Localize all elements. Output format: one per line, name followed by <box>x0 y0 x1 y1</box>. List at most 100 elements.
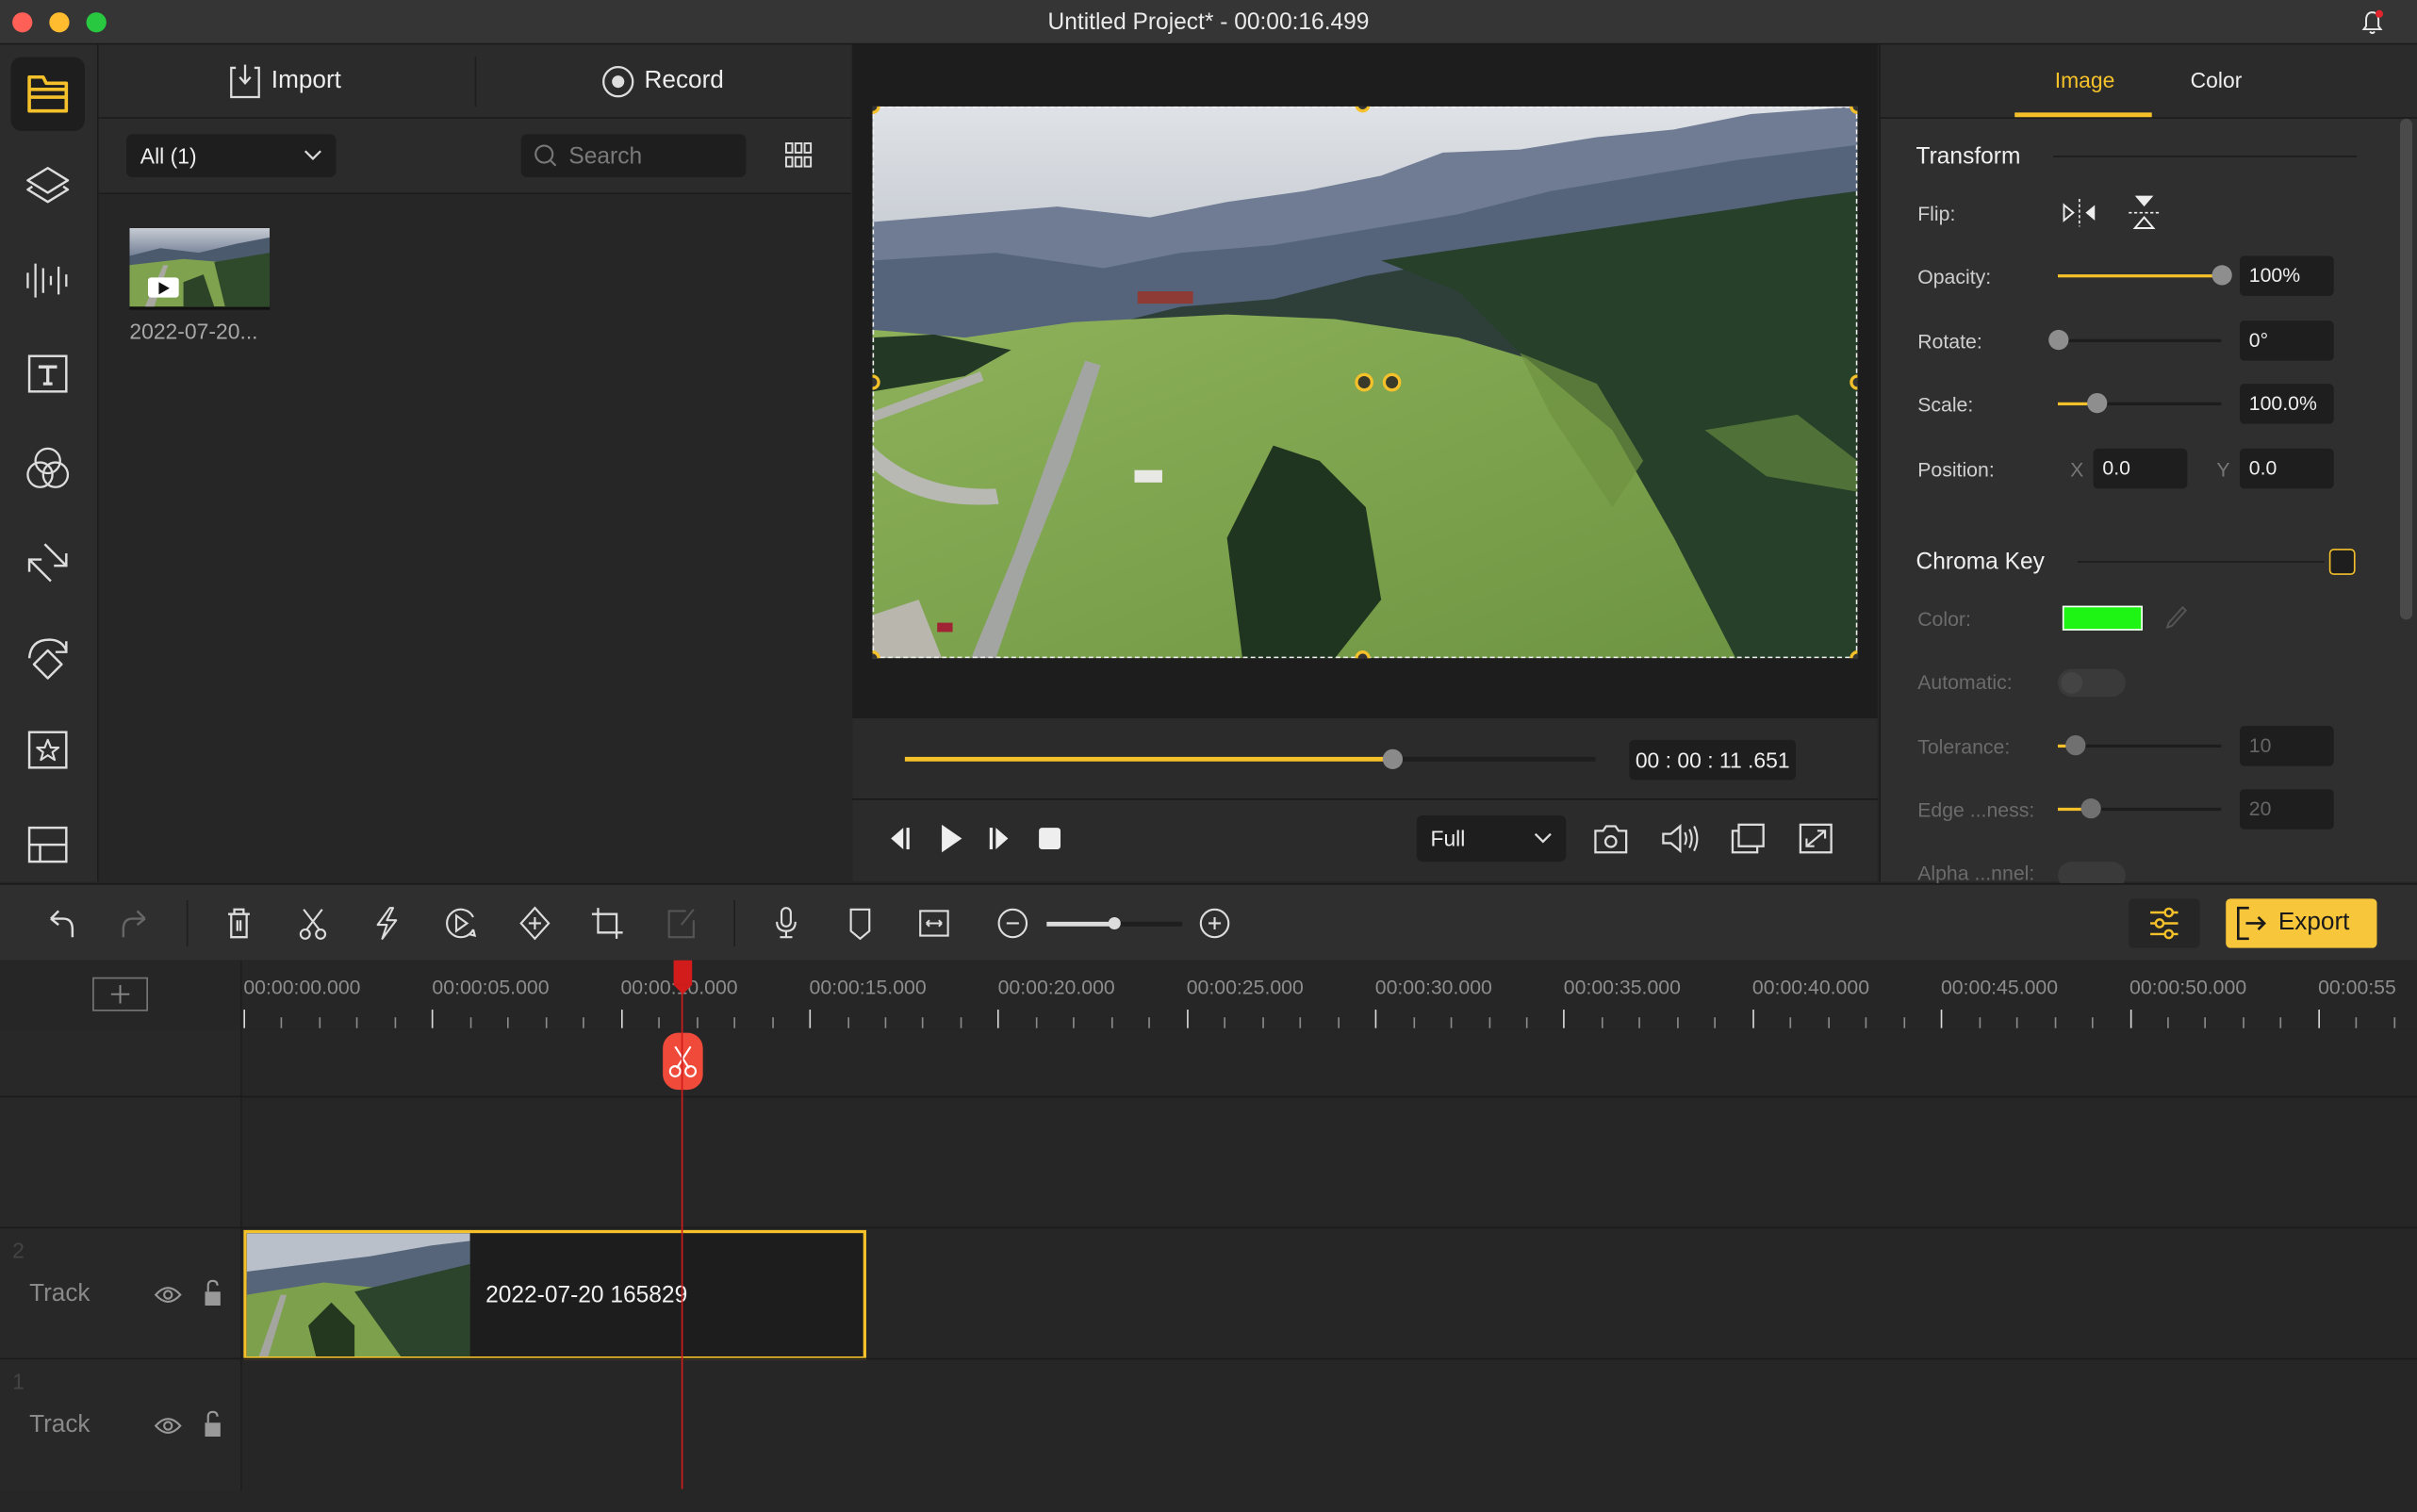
timeline-settings-button[interactable] <box>2129 898 2200 948</box>
split-button[interactable] <box>294 905 331 942</box>
sidebar-item-filters[interactable] <box>10 432 84 505</box>
zoom-in-button[interactable] <box>1196 905 1233 942</box>
undo-button[interactable] <box>43 905 80 942</box>
properties-scrollbar[interactable] <box>2400 118 2413 620</box>
tolerance-input[interactable]: 10 <box>2239 726 2334 766</box>
scale-slider[interactable] <box>2057 392 2222 414</box>
edge-slider[interactable] <box>2057 798 2222 819</box>
bell-icon[interactable] <box>2359 9 2384 37</box>
play-button[interactable] <box>939 823 963 854</box>
ruler-major-tick <box>997 1010 1000 1028</box>
media-item-thumbnail[interactable] <box>129 228 271 310</box>
opacity-slider[interactable] <box>2057 265 2232 286</box>
slider-fill <box>2057 274 2222 278</box>
tab-color[interactable]: Color <box>2191 68 2243 92</box>
volume-button[interactable] <box>1660 822 1701 856</box>
flip-horizontal-button[interactable] <box>2060 197 2100 228</box>
stop-button[interactable] <box>1037 826 1061 850</box>
sidebar-item-transitions[interactable] <box>10 526 84 600</box>
eye-icon[interactable] <box>154 1415 182 1437</box>
sidebar-item-templates[interactable] <box>10 808 84 881</box>
quality-dropdown[interactable]: Full <box>1416 815 1567 863</box>
ruler-label: 00:00:25.000 <box>1186 976 1304 999</box>
ruler-minor-tick <box>394 1017 397 1028</box>
grid-view-icon[interactable] <box>784 140 813 172</box>
scale-input[interactable]: 100.0% <box>2239 384 2334 424</box>
redo-button[interactable] <box>116 905 153 942</box>
opacity-input[interactable]: 100% <box>2239 255 2334 296</box>
marker-button[interactable] <box>842 905 879 942</box>
sidebar <box>0 44 99 882</box>
lock-icon[interactable] <box>204 1279 222 1307</box>
sidebar-item-text[interactable] <box>10 337 84 411</box>
ruler-minor-tick <box>1148 1017 1151 1028</box>
sidebar-item-audio[interactable] <box>10 243 84 317</box>
edge-input[interactable]: 20 <box>2239 789 2334 830</box>
tab-image[interactable]: Image <box>2055 68 2115 92</box>
sidebar-item-animations[interactable] <box>10 619 84 693</box>
rotate-slider[interactable] <box>2048 329 2222 351</box>
ruler-minor-tick <box>658 1017 661 1028</box>
speed-button[interactable] <box>369 905 405 942</box>
automatic-toggle[interactable] <box>2057 668 2126 698</box>
snapshot-button[interactable] <box>1592 822 1629 856</box>
eyedropper-icon[interactable] <box>2164 604 2189 632</box>
import-button[interactable]: Import <box>228 60 341 104</box>
ruler-major-tick <box>1374 1010 1377 1028</box>
waveform-icon <box>25 260 71 301</box>
chroma-key-checkbox[interactable] <box>2328 549 2356 575</box>
flip-vertical-button[interactable] <box>2128 194 2162 231</box>
rotate-input[interactable]: 0° <box>2239 320 2334 361</box>
slider-knob[interactable] <box>2211 265 2232 286</box>
ruler-major-tick <box>809 1010 812 1028</box>
slider-knob[interactable] <box>2064 734 2085 756</box>
automatic-label: Automatic: <box>1917 670 2013 694</box>
export-button[interactable]: Export <box>2226 898 2377 948</box>
record-button[interactable]: Record <box>601 60 724 104</box>
video-clip[interactable]: 2022-07-20 165829 <box>243 1229 866 1360</box>
fit-timeline-button[interactable] <box>915 905 952 942</box>
ruler-major-tick <box>1751 1010 1754 1028</box>
progress-knob[interactable] <box>1382 748 1403 769</box>
eye-icon[interactable] <box>154 1284 182 1306</box>
position-x-input[interactable]: 0.0 <box>2093 448 2188 489</box>
center-handle[interactable] <box>1355 372 1373 392</box>
timeline-zoom-slider[interactable] <box>1046 916 1183 930</box>
playhead-line[interactable] <box>681 960 683 1489</box>
pip-button[interactable] <box>1730 822 1767 856</box>
crop-button[interactable] <box>589 905 626 942</box>
previous-frame-button[interactable] <box>890 825 914 852</box>
timecode-display: 00 : 00 : 11 .651 <box>1629 739 1797 781</box>
timeline-ruler[interactable]: 00:00:00.000 00:00:05.000 00:00:10.000 00:0… <box>0 960 2417 1031</box>
reverse-button[interactable] <box>442 905 479 942</box>
sidebar-item-layers[interactable] <box>10 150 84 223</box>
window-icon <box>1730 822 1767 856</box>
delete-button[interactable] <box>221 905 257 942</box>
slider-knob[interactable] <box>2080 798 2102 819</box>
chroma-color-swatch[interactable] <box>2062 605 2143 631</box>
position-y-input[interactable]: 0.0 <box>2239 448 2334 489</box>
slider-knob[interactable] <box>2087 392 2109 414</box>
slider-knob[interactable] <box>2048 329 2069 351</box>
sidebar-item-media[interactable] <box>10 57 85 131</box>
voiceover-button[interactable] <box>767 905 804 942</box>
tolerance-slider[interactable] <box>2057 734 2222 756</box>
media-search[interactable]: Search <box>520 134 747 178</box>
next-frame-button[interactable] <box>987 825 1011 852</box>
edit-button[interactable] <box>663 905 699 942</box>
fullscreen-button[interactable] <box>1798 822 1834 856</box>
track-number: 2 <box>12 1238 25 1263</box>
slider-knob[interactable] <box>1108 916 1121 930</box>
rotate-handle[interactable] <box>1382 372 1402 392</box>
trash-icon <box>223 906 255 940</box>
ruler-minor-tick <box>1412 1017 1415 1028</box>
lock-icon[interactable] <box>204 1410 222 1438</box>
media-filter-dropdown[interactable]: All (1) <box>126 134 337 178</box>
keyframe-button[interactable] <box>517 905 553 942</box>
sidebar-item-stickers[interactable] <box>10 714 84 787</box>
progress-slider[interactable] <box>904 748 1596 769</box>
ruler-minor-tick <box>1110 1017 1113 1028</box>
preview-canvas[interactable] <box>872 106 1858 659</box>
zoom-out-button[interactable] <box>995 905 1031 942</box>
sliders-icon <box>2147 905 2181 942</box>
